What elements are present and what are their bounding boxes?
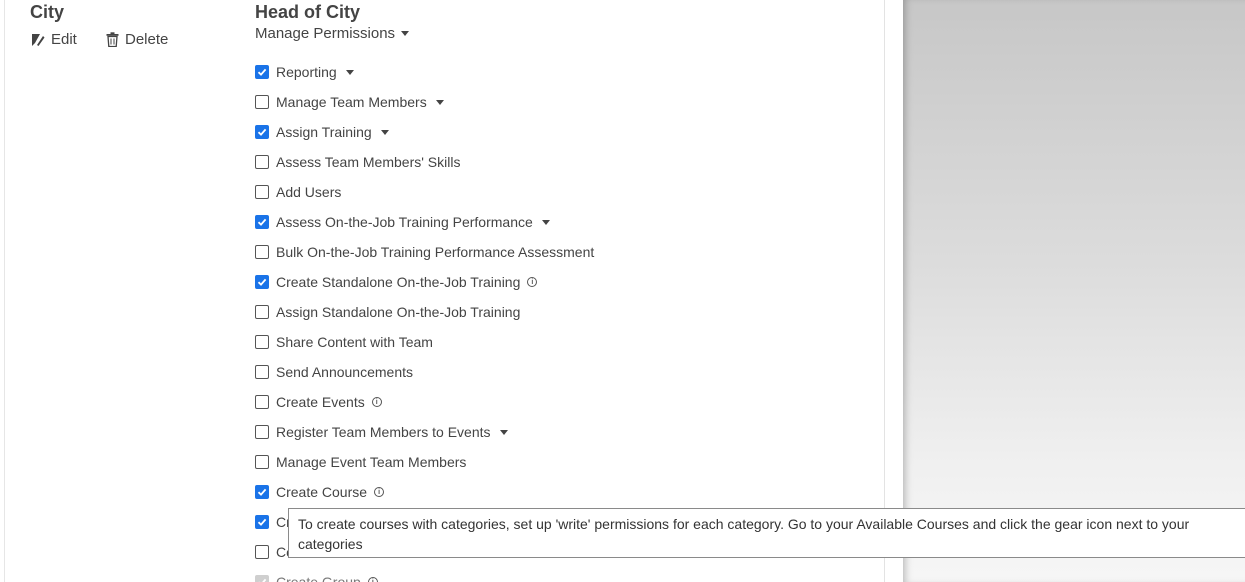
permission-checkbox[interactable] <box>255 545 269 559</box>
permission-label: Reporting <box>276 64 337 80</box>
chevron-down-icon[interactable] <box>380 129 389 135</box>
permission-item: Assign Standalone On-the-Job Training <box>255 297 594 327</box>
permission-checkbox[interactable] <box>255 215 269 229</box>
permission-item: Create Standalone On-the-Job Training i <box>255 267 594 297</box>
permission-checkbox[interactable] <box>255 335 269 349</box>
permission-label: Register Team Members to Events <box>276 424 491 440</box>
group-title: City <box>30 2 65 22</box>
info-icon[interactable]: i <box>527 277 538 287</box>
permission-label: Assign Training <box>276 124 372 140</box>
gutter <box>885 0 903 582</box>
permission-label: Create Course <box>276 484 368 500</box>
permission-checkbox <box>255 575 269 582</box>
permission-label: Create Group <box>276 574 361 582</box>
delete-button[interactable]: Delete <box>106 31 168 48</box>
role-title: Head of City <box>255 2 361 22</box>
permission-checkbox[interactable] <box>255 515 269 529</box>
permission-item: Reporting <box>255 57 594 87</box>
edit-icon <box>31 33 45 47</box>
chevron-down-icon[interactable] <box>541 219 550 225</box>
overlay-panel <box>903 0 1245 582</box>
manage-permissions-label: Manage Permissions <box>255 25 396 42</box>
permission-checkbox[interactable] <box>255 275 269 289</box>
permission-checkbox[interactable] <box>255 455 269 469</box>
permission-checkbox[interactable] <box>255 95 269 109</box>
permission-checkbox[interactable] <box>255 365 269 379</box>
permission-checkbox[interactable] <box>255 395 269 409</box>
permission-item: Bulk On-the-Job Training Performance Ass… <box>255 237 594 267</box>
permission-label: Manage Event Team Members <box>276 454 467 470</box>
permission-item: Add Users <box>255 177 594 207</box>
chevron-down-icon[interactable] <box>345 69 354 75</box>
permission-item: Manage Event Team Members <box>255 447 594 477</box>
info-tooltip: To create courses with categories, set u… <box>288 508 1245 558</box>
manage-permissions-dropdown[interactable]: Manage Permissions <box>255 25 410 42</box>
permission-label: Create Events <box>276 394 365 410</box>
permission-checkbox[interactable] <box>255 245 269 259</box>
permission-label: Add Users <box>276 184 342 200</box>
permission-label: Manage Team Members <box>276 94 427 110</box>
permission-label: Create Standalone On-the-Job Training <box>276 274 521 290</box>
trash-icon <box>106 32 119 47</box>
info-icon[interactable]: i <box>367 577 378 582</box>
permission-checkbox[interactable] <box>255 65 269 79</box>
chevron-down-icon[interactable] <box>499 429 508 435</box>
permission-item: Share Content with Team <box>255 327 594 357</box>
chevron-down-icon <box>401 31 410 36</box>
permission-checkbox[interactable] <box>255 185 269 199</box>
permission-label: Send Announcements <box>276 364 413 380</box>
chevron-down-icon[interactable] <box>435 99 444 105</box>
delete-label: Delete <box>125 31 169 48</box>
permission-item: Create Group i <box>255 567 594 582</box>
permission-label: Assess On-the-Job Training Performance <box>276 214 533 230</box>
permission-label: Bulk On-the-Job Training Performance Ass… <box>276 244 595 260</box>
permission-checkbox[interactable] <box>255 485 269 499</box>
edit-label: Edit <box>51 31 77 48</box>
permission-item: Create Course i <box>255 477 594 507</box>
page: City Edit Delete Head of City Manage Per… <box>0 0 1245 582</box>
info-icon[interactable]: i <box>371 397 382 407</box>
info-icon[interactable]: i <box>374 487 385 497</box>
permission-item: Register Team Members to Events <box>255 417 594 447</box>
permission-checkbox[interactable] <box>255 125 269 139</box>
permission-item: Assign Training <box>255 117 594 147</box>
permission-item: Assess Team Members' Skills <box>255 147 594 177</box>
permission-label: Assign Standalone On-the-Job Training <box>276 304 521 320</box>
permission-list: Reporting Manage Team Members Assign Train… <box>255 57 594 582</box>
permission-label: Assess Team Members' Skills <box>276 154 461 170</box>
permission-checkbox[interactable] <box>255 305 269 319</box>
permission-item: Send Announcements <box>255 357 594 387</box>
permission-checkbox[interactable] <box>255 425 269 439</box>
permission-item: Create Events i <box>255 387 594 417</box>
permission-checkbox[interactable] <box>255 155 269 169</box>
permission-item: Assess On-the-Job Training Performance <box>255 207 594 237</box>
permission-label: Share Content with Team <box>276 334 433 350</box>
permission-item: Manage Team Members <box>255 87 594 117</box>
edit-button[interactable]: Edit <box>31 31 77 48</box>
